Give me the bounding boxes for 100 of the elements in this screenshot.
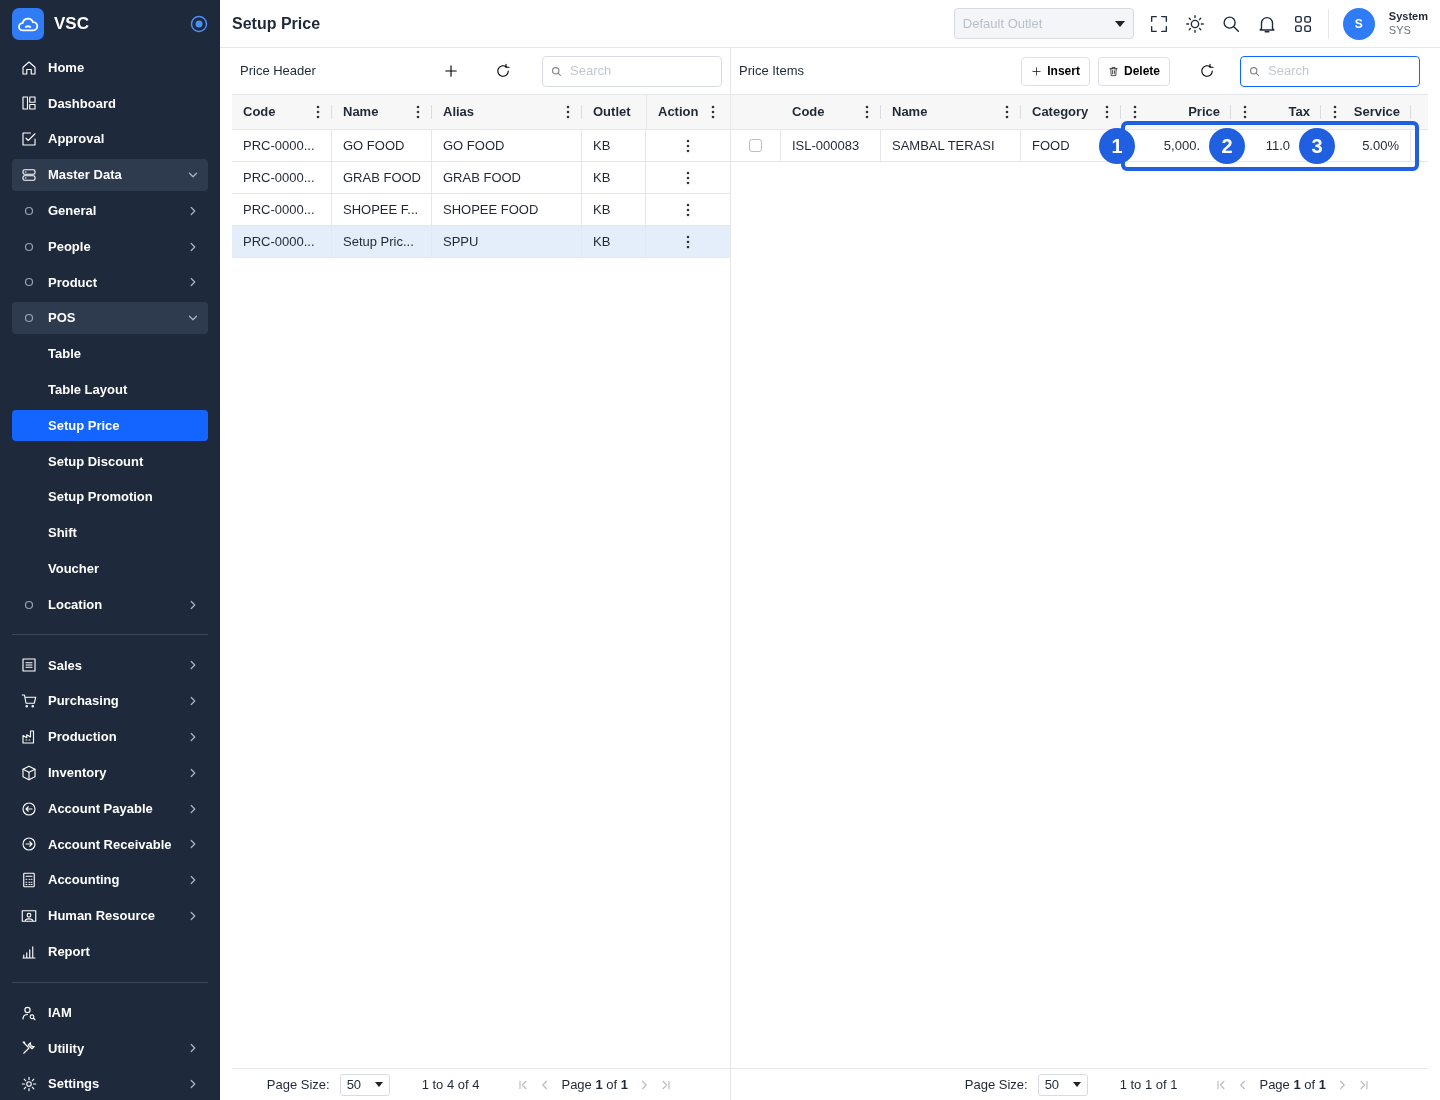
sidebar-item[interactable]: Master Data (12, 159, 208, 191)
table-cell-text: KB (593, 136, 611, 155)
table-cell-text: KB (593, 168, 611, 187)
table-cell-text: SHOPEE FOOD (443, 200, 539, 219)
sidebar-item[interactable]: Inventory (12, 756, 208, 789)
sidebar-item[interactable]: POS (12, 302, 208, 335)
sidebar-item[interactable]: Report (12, 935, 208, 968)
brand-name: VSC (54, 13, 89, 36)
table-cell-text: GRAB FOOD (443, 168, 521, 187)
kebab-menu-icon[interactable] (685, 201, 691, 218)
table-cell-text: GRAB FOOD (343, 168, 421, 187)
column-header[interactable]: Action (658, 102, 699, 122)
table-cell-text: 5,000. (1163, 136, 1200, 155)
sidebar-item[interactable]: Sales (12, 649, 208, 682)
dashboard-icon (20, 94, 38, 113)
table-cell-text: KB (593, 200, 611, 219)
table-cell-text: PRC-0000... (243, 200, 315, 219)
plus-icon (442, 62, 460, 80)
cart-icon (20, 692, 38, 711)
callout-badge: 2 (1209, 128, 1245, 164)
search-input[interactable]: Search (568, 60, 713, 82)
callout-badge: 3 (1299, 128, 1335, 164)
kebab-menu-icon[interactable] (685, 137, 691, 154)
search-input[interactable]: Search (1266, 60, 1411, 82)
sidebar-item[interactable]: People (12, 230, 208, 263)
column-header[interactable]: Code (792, 102, 825, 122)
sidebar-item[interactable]: IAM (12, 996, 208, 1029)
circle-icon (24, 599, 34, 610)
page-title: Setup Price (232, 13, 322, 34)
sidebar-item[interactable]: Account Receivable (12, 828, 208, 861)
sidebar-item[interactable]: Setup Promotion (12, 481, 208, 514)
row-range: 1 to 1 of 1 (1119, 1075, 1178, 1094)
kebab-menu-icon[interactable] (685, 169, 691, 186)
kebab-menu-icon[interactable] (685, 233, 691, 250)
sidebar-item[interactable]: Voucher (12, 552, 208, 585)
search-icon (1249, 65, 1260, 77)
sidebar-item[interactable]: Settings (12, 1068, 208, 1100)
checkbox-icon (20, 130, 38, 149)
search-field[interactable]: Search (1240, 55, 1420, 87)
table-cell-text: ISL-000083 (792, 136, 860, 155)
sidebar-item[interactable]: Setup Price (12, 409, 208, 442)
search-icon (551, 65, 562, 77)
sidebar-item[interactable]: Approval (12, 123, 208, 156)
table-cell-text: 11.0 (1265, 136, 1290, 155)
table-row[interactable]: PRC-0000... Setup Pric... SPPU KB (232, 226, 730, 258)
column-header[interactable]: Name (892, 102, 928, 122)
sidebar-item[interactable]: Human Resource (12, 900, 208, 932)
sidebar-item[interactable]: Shift (12, 517, 208, 549)
user-avatar[interactable]: S (1342, 7, 1375, 40)
sidebar-item[interactable]: Product (12, 266, 208, 299)
sidebar-item[interactable]: Dashboard (12, 87, 208, 120)
calculator-icon (20, 871, 38, 890)
callout-badge: 1 (1099, 128, 1135, 164)
plus-icon (1031, 65, 1043, 77)
page-size-label: Page Size: (266, 1075, 330, 1094)
circle-icon (24, 277, 34, 288)
caret-icon (374, 1082, 383, 1087)
table-cell-text: PRC-0000... (243, 232, 315, 251)
insert-button[interactable]: Insert (1021, 56, 1090, 86)
sidebar-item[interactable]: Purchasing (12, 685, 208, 718)
cloud-logo-icon (12, 7, 44, 40)
table-cell-text: SHOPEE F... (343, 200, 419, 219)
table-cell-text: KB (593, 232, 611, 251)
column-header[interactable]: Code (243, 102, 276, 122)
sidebar-item[interactable]: Table (12, 338, 208, 370)
sidebar-item[interactable]: Location (12, 588, 208, 621)
refresh-icon (494, 62, 512, 80)
table-cell-text: GO FOOD (343, 136, 405, 155)
table-cell-text: PRC-0000... (243, 136, 315, 155)
sidebar-item[interactable]: Table Layout (12, 373, 208, 406)
panel-title: Price Items (739, 62, 805, 81)
sidebar-item[interactable]: Home (12, 51, 208, 84)
circle-icon (24, 205, 34, 216)
table-cell-text: GO FOOD (443, 136, 505, 155)
sidebar-item[interactable]: General (12, 194, 208, 227)
user-code: SYS (1388, 23, 1412, 37)
table-cell-text: SPPU (443, 232, 479, 251)
sidebar-item[interactable]: Account Payable (12, 792, 208, 825)
column-header[interactable]: Tax (1288, 102, 1310, 122)
table-row[interactable]: PRC-0000... GO FOOD GO FOOD KB (232, 130, 730, 162)
sidebar-item[interactable]: Utility (12, 1032, 208, 1065)
sidebar-item[interactable]: Accounting (12, 864, 208, 896)
page-size-select[interactable]: 50 (1037, 1073, 1088, 1096)
sidebar-item[interactable]: Setup Discount (12, 445, 208, 478)
radio-toggle-icon[interactable] (190, 14, 208, 33)
caret-icon (1114, 20, 1125, 27)
page-size-select[interactable]: 50 (339, 1073, 390, 1096)
checkbox[interactable] (749, 139, 762, 152)
column-header[interactable]: Outlet (593, 102, 631, 122)
table-row[interactable]: PRC-0000... GRAB FOOD GRAB FOOD KB (232, 162, 730, 194)
delete-button[interactable]: Delete (1097, 56, 1170, 86)
table-cell-text: 5.00% (1362, 136, 1399, 155)
sun-icon[interactable] (1183, 12, 1206, 35)
column-header[interactable]: Service (1353, 102, 1400, 122)
column-header[interactable]: Alias (443, 102, 475, 122)
sidebar-item[interactable]: Production (12, 721, 208, 753)
column-header[interactable]: Price (1188, 102, 1220, 122)
user-name: System (1388, 10, 1428, 24)
column-header[interactable]: Category (1032, 102, 1089, 122)
column-header[interactable]: Name (343, 102, 379, 122)
